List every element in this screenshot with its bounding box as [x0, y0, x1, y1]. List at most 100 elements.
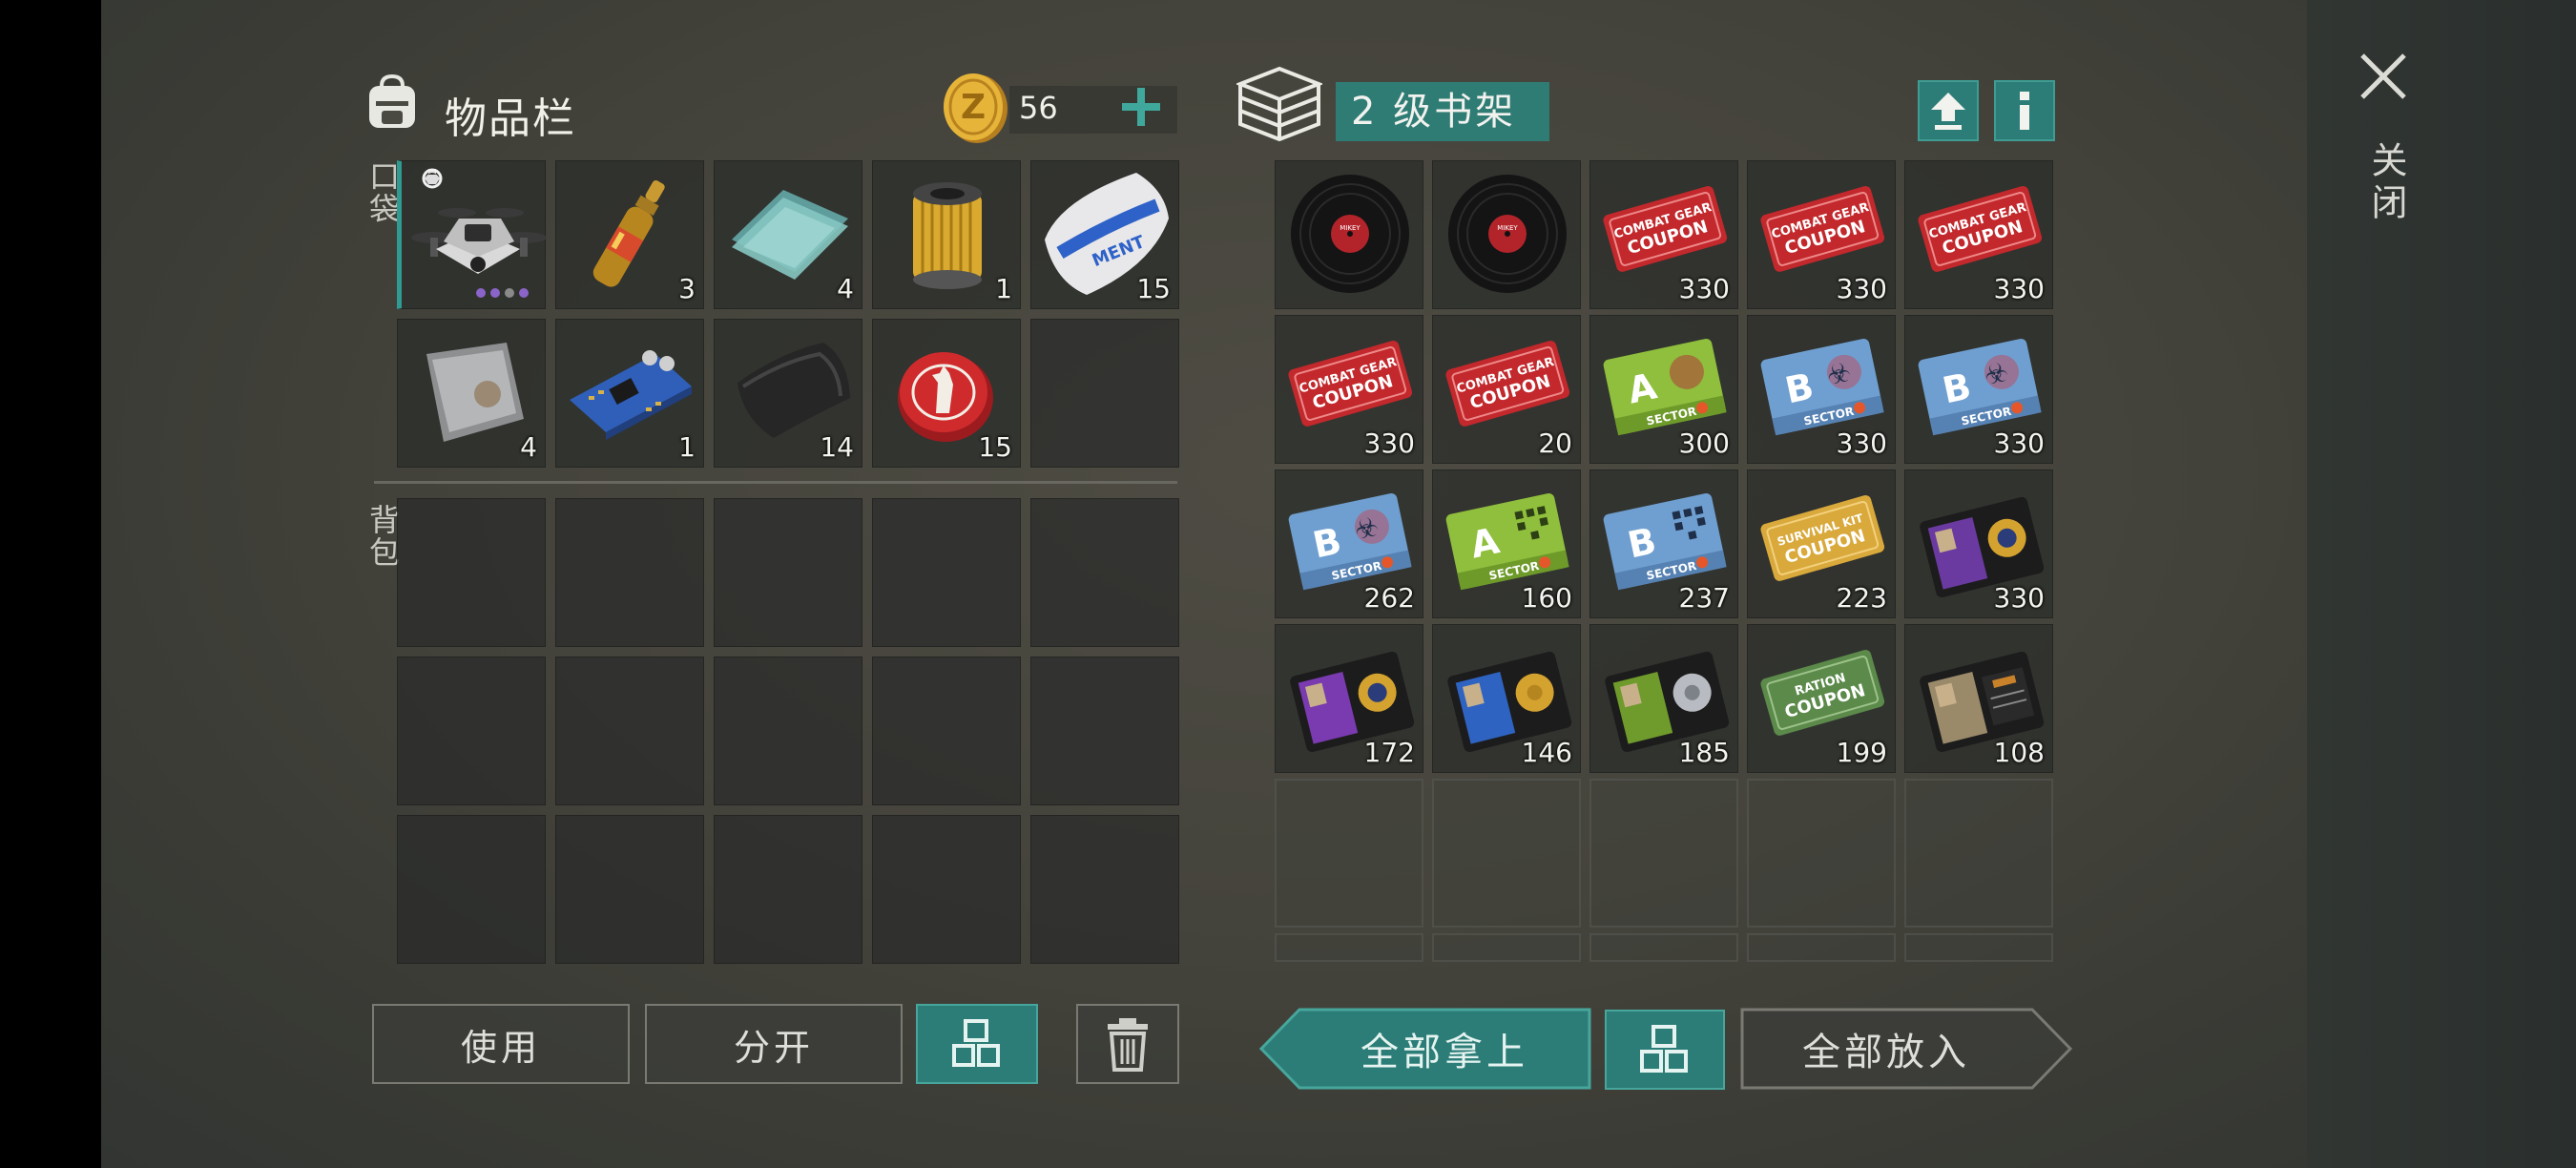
backpack-slot[interactable]: [714, 657, 862, 805]
backpack-slot[interactable]: [714, 815, 862, 964]
svg-text:Z: Z: [961, 88, 986, 127]
drone-icon: [411, 168, 547, 298]
pocket-slot-circuit[interactable]: 1: [555, 319, 704, 468]
shelf-slot[interactable]: A SECTOR 300: [1589, 315, 1738, 464]
close-button[interactable]: [2357, 50, 2410, 103]
shelf-slot[interactable]: SURVIVAL KIT COUPON 223: [1747, 469, 1896, 618]
bookshelf-icon: [1235, 65, 1324, 142]
take-all-button[interactable]: 全部拿上: [1259, 1008, 1591, 1090]
item-count: 330: [1836, 273, 1887, 304]
item-count: 237: [1678, 582, 1730, 614]
item-count: 4: [837, 273, 854, 304]
shelf-slot[interactable]: B SECTOR 237: [1589, 469, 1738, 618]
trash-icon: [1108, 1018, 1148, 1072]
shelf-slot-empty[interactable]: [1904, 779, 2053, 928]
shelf-slot[interactable]: MIKEY: [1275, 160, 1423, 309]
shelf-slot[interactable]: COMBAT GEAR COUPON 330: [1904, 160, 2053, 309]
backpack-slot[interactable]: [872, 657, 1021, 805]
item-count: 1: [995, 273, 1012, 304]
shelf-slot[interactable]: ☣ B SECTOR 262: [1275, 469, 1423, 618]
pocket-slot-bottle-cap[interactable]: 15: [872, 319, 1021, 468]
shelf-slot[interactable]: COMBAT GEAR COUPON 330: [1275, 315, 1423, 464]
item-count: 20: [1538, 428, 1572, 459]
shelf-slot-empty[interactable]: [1275, 933, 1423, 962]
sort-inventory-button[interactable]: [916, 1004, 1038, 1084]
inventory-title: 物品栏: [445, 94, 576, 143]
upgrade-arrow-icon: [1931, 93, 1965, 130]
item-count: 330: [1993, 273, 2045, 304]
shelf-slot-empty[interactable]: [1589, 933, 1738, 962]
item-count: 108: [1993, 737, 2045, 768]
backpack-slot[interactable]: [555, 498, 704, 647]
shelf-slot[interactable]: MIKEY: [1432, 160, 1581, 309]
use-button[interactable]: 使用: [372, 1004, 630, 1084]
sort-shelf-button[interactable]: [1605, 1010, 1725, 1090]
pocket-slot-drone[interactable]: [397, 160, 547, 309]
pocket-slot-empty[interactable]: [1030, 319, 1179, 468]
vinyl-record-icon: MIKEY: [1448, 175, 1567, 293]
item-count: 146: [1521, 737, 1572, 768]
shelf-slot[interactable]: 185: [1589, 624, 1738, 773]
take-all-label: 全部拿上: [1361, 1031, 1528, 1074]
vinyl-label: MIKEY: [1340, 224, 1361, 232]
item-count: 330: [1836, 428, 1887, 459]
add-coins-button[interactable]: [1118, 84, 1164, 130]
shelf-slot-empty[interactable]: [1747, 933, 1896, 962]
shelf-slot-empty[interactable]: [1904, 933, 2053, 962]
pocket-slot-cement[interactable]: MENT 15: [1030, 160, 1179, 309]
shelf-slot[interactable]: 108: [1904, 624, 2053, 773]
shelf-slot[interactable]: 330: [1904, 469, 2053, 618]
shelf-slot-empty[interactable]: [1432, 933, 1581, 962]
pocket-slot-cloth[interactable]: 14: [714, 319, 862, 468]
backpack-slot[interactable]: [1030, 498, 1179, 647]
item-count: 160: [1521, 582, 1572, 614]
pocket-slot-filter[interactable]: 1: [872, 160, 1021, 309]
info-button[interactable]: [1994, 80, 2055, 141]
shelf-slot-empty[interactable]: [1432, 779, 1581, 928]
backpack-slot[interactable]: [714, 498, 862, 647]
item-count: 185: [1678, 737, 1730, 768]
item-count: 15: [978, 431, 1012, 463]
item-count: 330: [1993, 428, 2045, 459]
item-count: 1: [678, 431, 696, 463]
close-label: 关闭: [2365, 141, 2407, 225]
split-button[interactable]: 分开: [645, 1004, 903, 1084]
backpack-slot[interactable]: [872, 498, 1021, 647]
backpack-slot[interactable]: [397, 815, 546, 964]
plus-icon: [1122, 88, 1160, 126]
pocket-slot-metal[interactable]: 4: [397, 319, 546, 468]
backpack-slot[interactable]: [555, 815, 704, 964]
backpack-slot[interactable]: [555, 657, 704, 805]
shelf-slot[interactable]: RATION COUPON 199: [1747, 624, 1896, 773]
item-count: 330: [1363, 428, 1415, 459]
shelf-slot[interactable]: COMBAT GEAR COUPON 330: [1589, 160, 1738, 309]
shelf-slot[interactable]: 146: [1432, 624, 1581, 773]
shelf-slot[interactable]: A SECTOR 160: [1432, 469, 1581, 618]
grid-sort-icon: [952, 1019, 1000, 1067]
put-all-button[interactable]: 全部放入: [1740, 1008, 2072, 1090]
shelf-name: 2 级书架: [1336, 82, 1549, 141]
shelf-slot-empty[interactable]: [1275, 779, 1423, 928]
upgrade-button[interactable]: [1918, 80, 1979, 141]
item-count: 3: [678, 273, 696, 304]
backpack-slot[interactable]: [872, 815, 1021, 964]
shelf-slot[interactable]: ☣ B SECTOR 330: [1904, 315, 2053, 464]
shelf-slot[interactable]: COMBAT GEAR COUPON 20: [1432, 315, 1581, 464]
shelf-slot[interactable]: 172: [1275, 624, 1423, 773]
backpack-slot[interactable]: [397, 657, 546, 805]
shelf-slot[interactable]: ☣ B SECTOR 330: [1747, 315, 1896, 464]
pocket-slot-glass[interactable]: 4: [714, 160, 862, 309]
close-icon: [2360, 53, 2406, 99]
shelf-slot[interactable]: COMBAT GEAR COUPON 330: [1747, 160, 1896, 309]
shelf-slot-empty[interactable]: [1747, 779, 1896, 928]
trash-button[interactable]: [1076, 1004, 1179, 1084]
put-all-label: 全部放入: [1802, 1031, 1970, 1074]
right-panel-shade: [2307, 0, 2576, 1168]
item-count: 330: [1993, 582, 2045, 614]
shelf-slot-empty[interactable]: [1589, 779, 1738, 928]
backpack-slot[interactable]: [1030, 657, 1179, 805]
backpack-slot[interactable]: [1030, 815, 1179, 964]
backpack-slot[interactable]: [397, 498, 546, 647]
item-count: 14: [820, 431, 854, 463]
pocket-slot-ampoule[interactable]: 3: [555, 160, 704, 309]
